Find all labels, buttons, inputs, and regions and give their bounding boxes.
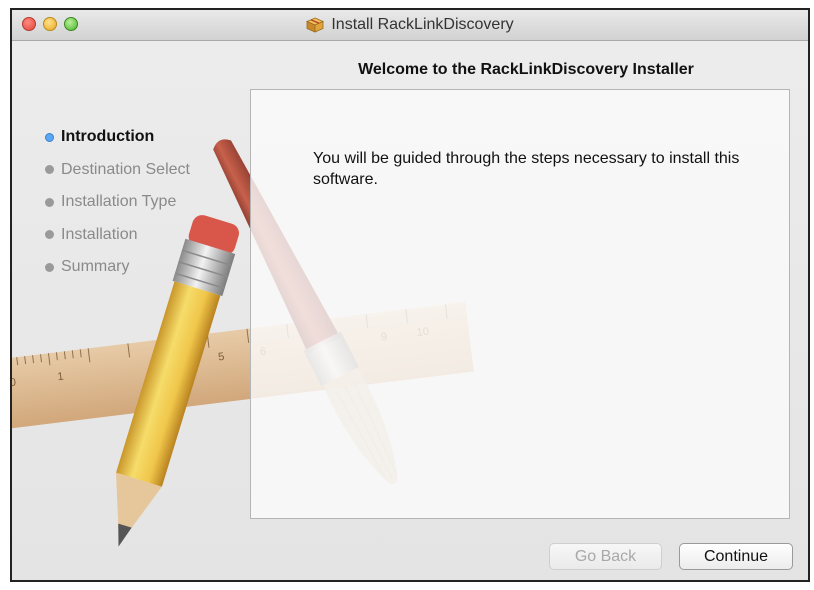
- title-bar[interactable]: Install RackLinkDiscovery: [12, 10, 808, 41]
- content-panel: You will be guided through the steps nec…: [250, 89, 790, 519]
- step-bullet-icon: [45, 197, 54, 207]
- continue-button[interactable]: Continue: [679, 543, 793, 570]
- step-label: Summary: [61, 258, 130, 276]
- step-bullet-icon: [45, 165, 54, 175]
- step-introduction: Introduction: [45, 121, 190, 154]
- installer-window: Install RackLinkDiscovery 0 1 4 5 Welcom…: [10, 8, 810, 582]
- step-bullet-icon: [45, 230, 54, 240]
- step-installation-type: Installation Type: [45, 186, 190, 219]
- step-bullet-icon: [45, 262, 54, 272]
- go-back-button[interactable]: Go Back: [549, 543, 662, 570]
- step-label: Introduction: [61, 128, 155, 146]
- step-installation: Installation: [45, 219, 190, 252]
- title-group: Install RackLinkDiscovery: [12, 10, 808, 40]
- step-label: Installation Type: [61, 193, 177, 211]
- installer-steps: Introduction Destination Select Installa…: [45, 121, 190, 284]
- window-title: Install RackLinkDiscovery: [331, 16, 514, 33]
- package-icon: [306, 17, 325, 33]
- step-label: Installation: [61, 225, 138, 243]
- installer-content: 0 1 4 5 6 9 10: [12, 41, 808, 580]
- step-bullet-icon: [45, 132, 54, 142]
- ruler-number: 4: [180, 356, 188, 369]
- ruler-number: 5: [218, 351, 226, 364]
- step-summary: Summary: [45, 251, 190, 284]
- intro-text: You will be guided through the steps nec…: [313, 150, 740, 188]
- step-label: Destination Select: [61, 160, 190, 178]
- ruler-number: 1: [57, 371, 65, 384]
- ruler-number: 0: [12, 376, 17, 389]
- welcome-heading: Welcome to the RackLinkDiscovery Install…: [358, 61, 694, 78]
- step-destination-select: Destination Select: [45, 154, 190, 187]
